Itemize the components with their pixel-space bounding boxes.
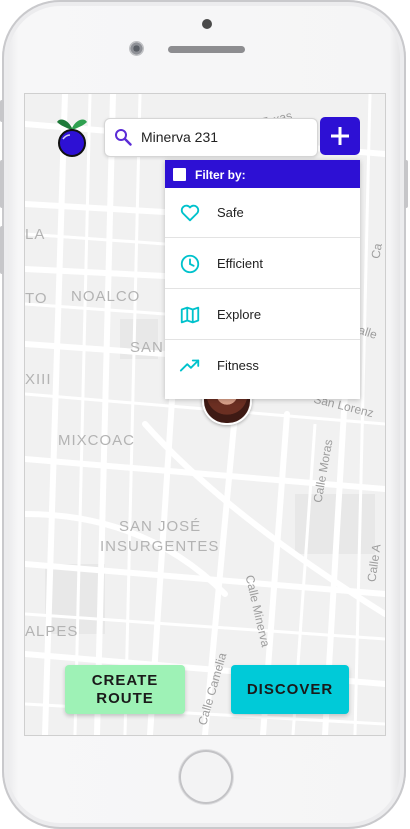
filter-option-label: Efficient (217, 256, 264, 271)
proximity-sensor (202, 19, 212, 29)
clock-icon (180, 254, 200, 274)
app-screen: LA TO NOALCO SAN XIII MIXCOAC SAN JOSÉ I… (24, 93, 386, 736)
search-input[interactable] (141, 127, 311, 147)
street-label: Ca (368, 242, 385, 260)
volume-up-button (0, 160, 4, 208)
filter-header[interactable]: Filter by: (165, 160, 360, 188)
front-camera (129, 41, 144, 56)
filter-option-efficient[interactable]: Efficient (165, 239, 360, 289)
map-label: LA (25, 226, 46, 243)
filter-option-label: Explore (217, 307, 262, 322)
plus-icon (331, 127, 349, 145)
discover-label: DISCOVER (246, 680, 334, 698)
filter-checkbox[interactable] (173, 168, 186, 181)
filter-option-label: Safe (217, 205, 244, 220)
volume-down-button (0, 226, 4, 274)
home-button[interactable] (179, 750, 233, 804)
filter-title: Filter by: (195, 168, 246, 182)
filter-option-safe[interactable]: Safe (165, 188, 360, 238)
mute-switch (0, 100, 4, 122)
heart-icon (180, 204, 200, 222)
map-label: SAN (130, 339, 164, 356)
filter-option-label: Fitness (217, 358, 259, 373)
map-label: TO (25, 290, 48, 307)
map-label: ALPES (25, 623, 79, 640)
filter-option-fitness[interactable]: Fitness (165, 341, 360, 391)
add-button[interactable] (320, 117, 360, 155)
trending-up-icon (179, 359, 200, 372)
map-label: XIII (25, 371, 52, 388)
map-icon (180, 306, 200, 324)
earpiece-speaker (168, 46, 245, 53)
power-button (404, 160, 408, 208)
filter-option-explore[interactable]: Explore (165, 290, 360, 340)
map-label: SAN JOSÉ (119, 518, 202, 535)
create-route-button[interactable]: CREATE ROUTE (65, 665, 185, 714)
blueberry-logo-icon (57, 119, 87, 157)
search-bar[interactable] (104, 118, 318, 157)
create-route-label-line2: ROUTE (96, 689, 154, 707)
map-label: MIXCOAC (58, 432, 136, 449)
create-route-label-line1: CREATE (91, 671, 159, 689)
filter-dropdown: Filter by: Safe Efficient Explore Fitnes… (165, 160, 360, 399)
search-icon (115, 129, 132, 146)
discover-button[interactable]: DISCOVER (231, 665, 349, 714)
map-label: NOALCO (71, 288, 141, 305)
map-label: INSURGENTES (100, 538, 220, 555)
